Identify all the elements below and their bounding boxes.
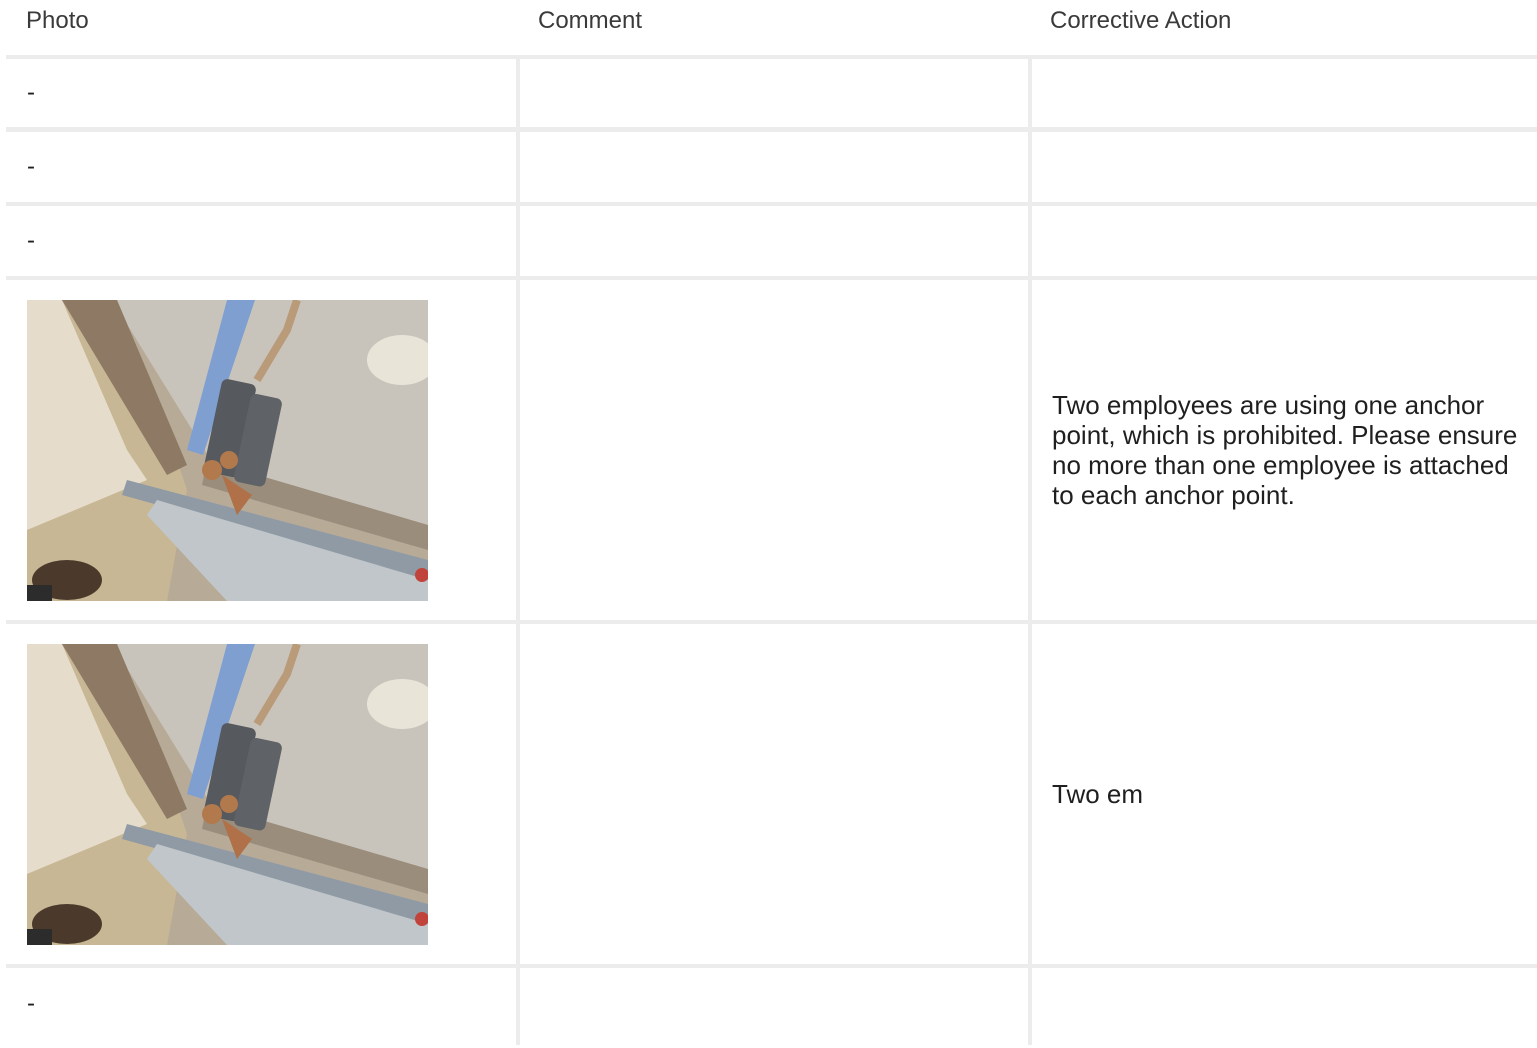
photo-cell: - xyxy=(6,206,516,276)
table-row: - xyxy=(6,132,1537,202)
corrective-action-cell xyxy=(1032,132,1537,202)
column-header-photo: Photo xyxy=(26,7,89,34)
column-header-corrective-action: Corrective Action xyxy=(1050,7,1232,34)
corrective-action-cell xyxy=(1032,206,1537,276)
photo-cell: - xyxy=(6,968,516,1048)
corrective-action-value: Two employees are using one anchor point… xyxy=(1052,390,1518,510)
inspection-table: Photo Comment Corrective Action - - - Tw… xyxy=(6,0,1537,1048)
photo-empty-value: - xyxy=(27,79,35,106)
photo-cell: - xyxy=(6,132,516,202)
photo-cell: - xyxy=(6,59,516,127)
table-row: Two employees are using one anchor point… xyxy=(6,280,1537,620)
photo-cell xyxy=(6,624,516,964)
corrective-action-value: Two em xyxy=(1052,779,1144,809)
table-header: Photo Comment Corrective Action xyxy=(6,0,1537,55)
photo-thumbnail[interactable] xyxy=(27,644,428,945)
comment-cell xyxy=(520,968,1028,1048)
corrective-action-cell: Two employees are using one anchor point… xyxy=(1032,280,1537,620)
photo-thumbnail[interactable] xyxy=(27,300,428,601)
photo-empty-value: - xyxy=(27,153,35,180)
corrective-action-cell: Two em xyxy=(1032,624,1537,964)
photo-cell xyxy=(6,280,516,620)
comment-cell xyxy=(520,206,1028,276)
photo-empty-value: - xyxy=(27,227,35,254)
table-row: - xyxy=(6,59,1537,127)
column-header-comment: Comment xyxy=(538,7,643,34)
table-row: Two em xyxy=(6,624,1537,964)
comment-cell xyxy=(520,132,1028,202)
photo-thumbnail-image xyxy=(27,300,428,601)
corrective-action-cell xyxy=(1032,968,1537,1048)
corrective-action-cell xyxy=(1032,59,1537,127)
photo-thumbnail-image xyxy=(27,644,428,945)
comment-cell xyxy=(520,624,1028,964)
table-row: - xyxy=(6,968,1537,1048)
photo-empty-value: - xyxy=(27,990,35,1017)
table-row: - xyxy=(6,206,1537,276)
comment-cell xyxy=(520,59,1028,127)
comment-cell xyxy=(520,280,1028,620)
